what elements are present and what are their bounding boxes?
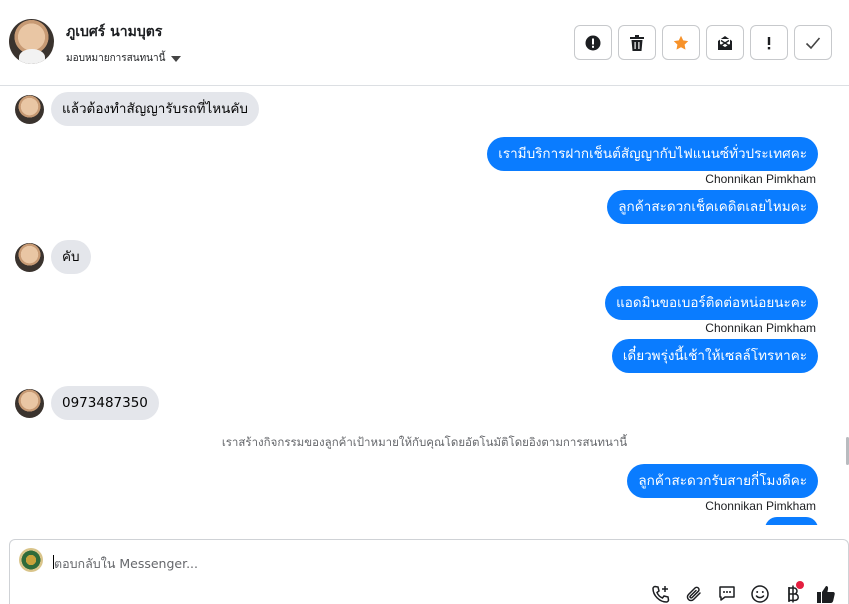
mark-spam-button[interactable] xyxy=(574,25,612,60)
message-bubble[interactable]: แล้วต้องทำสัญญารับรถที่ไหนคับ xyxy=(51,92,259,126)
trash-icon xyxy=(630,34,644,51)
message-bubble[interactable]: ลูกค้าสะดวกเช็คเคดิตเลยไหมคะ xyxy=(607,190,818,224)
incoming-message: 0973487350 xyxy=(15,386,159,420)
conversation-header: ภูเบศร์ นามบุตร มอบหมายการสนทนานี้ xyxy=(0,0,849,86)
paperclip-icon xyxy=(686,586,701,602)
phone-plus-icon xyxy=(652,585,670,603)
sender-name: Chonnikan Pimkham xyxy=(705,499,816,513)
like-button[interactable] xyxy=(815,583,837,604)
mark-unread-button[interactable] xyxy=(706,25,744,60)
message-thread[interactable]: แล้วต้องทำสัญญารับรถที่ไหนคับ เรามีบริกา… xyxy=(0,87,849,525)
assign-label: มอบหมายการสนทนานี้ xyxy=(66,53,166,64)
message-bubble[interactable]: เดี๋ยวพรุ่งนี้เช้าให้เซลล์โทรหาคะ xyxy=(611,339,818,373)
attach-button[interactable] xyxy=(683,583,705,604)
sender-name: Chonnikan Pimkham xyxy=(705,321,816,335)
contact-avatar[interactable] xyxy=(9,19,54,64)
alert-circle-icon xyxy=(585,35,601,50)
chat-bubble-icon xyxy=(719,586,735,601)
reply-composer xyxy=(9,539,849,604)
follow-up-button[interactable] xyxy=(750,25,788,60)
message-bubble[interactable]: แอดมินขอเบอร์ติดต่อหน่อยนะคะ xyxy=(605,286,818,320)
star-button[interactable] xyxy=(662,25,700,60)
envelope-icon xyxy=(718,35,732,50)
reply-input[interactable] xyxy=(54,553,654,573)
mark-done-button[interactable] xyxy=(794,25,832,60)
saved-replies-button[interactable] xyxy=(716,583,738,604)
call-button[interactable] xyxy=(650,583,672,604)
message-bubble-partial[interactable] xyxy=(765,517,818,525)
check-icon xyxy=(805,36,821,49)
sender-name: Chonnikan Pimkham xyxy=(705,172,816,186)
contact-avatar-small xyxy=(15,388,44,418)
smiley-icon xyxy=(751,585,769,603)
message-bubble[interactable]: 0973487350 xyxy=(51,386,159,420)
emoji-button[interactable] xyxy=(749,583,771,604)
contact-avatar-small xyxy=(15,242,44,272)
page-avatar xyxy=(19,548,43,572)
payment-button[interactable] xyxy=(782,581,804,604)
system-notice: เราสร้างกิจกรรมของลูกค้าเป้าหมายให้กับคุ… xyxy=(221,435,628,449)
message-bubble[interactable]: ลูกค้าสะดวกรับสายกี่โมงดีคะ xyxy=(627,464,818,498)
message-bubble[interactable]: คับ xyxy=(51,240,91,274)
notification-dot xyxy=(796,581,804,589)
message-bubble[interactable]: เรามีบริการฝากเช็นต์สัญญากับไฟแนนซ์ทั่วป… xyxy=(487,137,818,171)
star-icon xyxy=(673,35,689,50)
contact-name[interactable]: ภูเบศร์ นามบุตร xyxy=(66,21,162,43)
incoming-message: แล้วต้องทำสัญญารับรถที่ไหนคับ xyxy=(15,92,259,126)
composer-tools xyxy=(650,581,837,604)
assign-conversation-dropdown[interactable]: มอบหมายการสนทนานี้ xyxy=(66,51,182,66)
thumbs-up-icon xyxy=(817,586,835,603)
exclamation-icon xyxy=(767,36,771,49)
caret-down-icon xyxy=(171,55,182,62)
header-actions xyxy=(574,25,832,60)
incoming-message: คับ xyxy=(15,240,91,274)
contact-avatar-small xyxy=(15,94,44,124)
delete-button[interactable] xyxy=(618,25,656,60)
